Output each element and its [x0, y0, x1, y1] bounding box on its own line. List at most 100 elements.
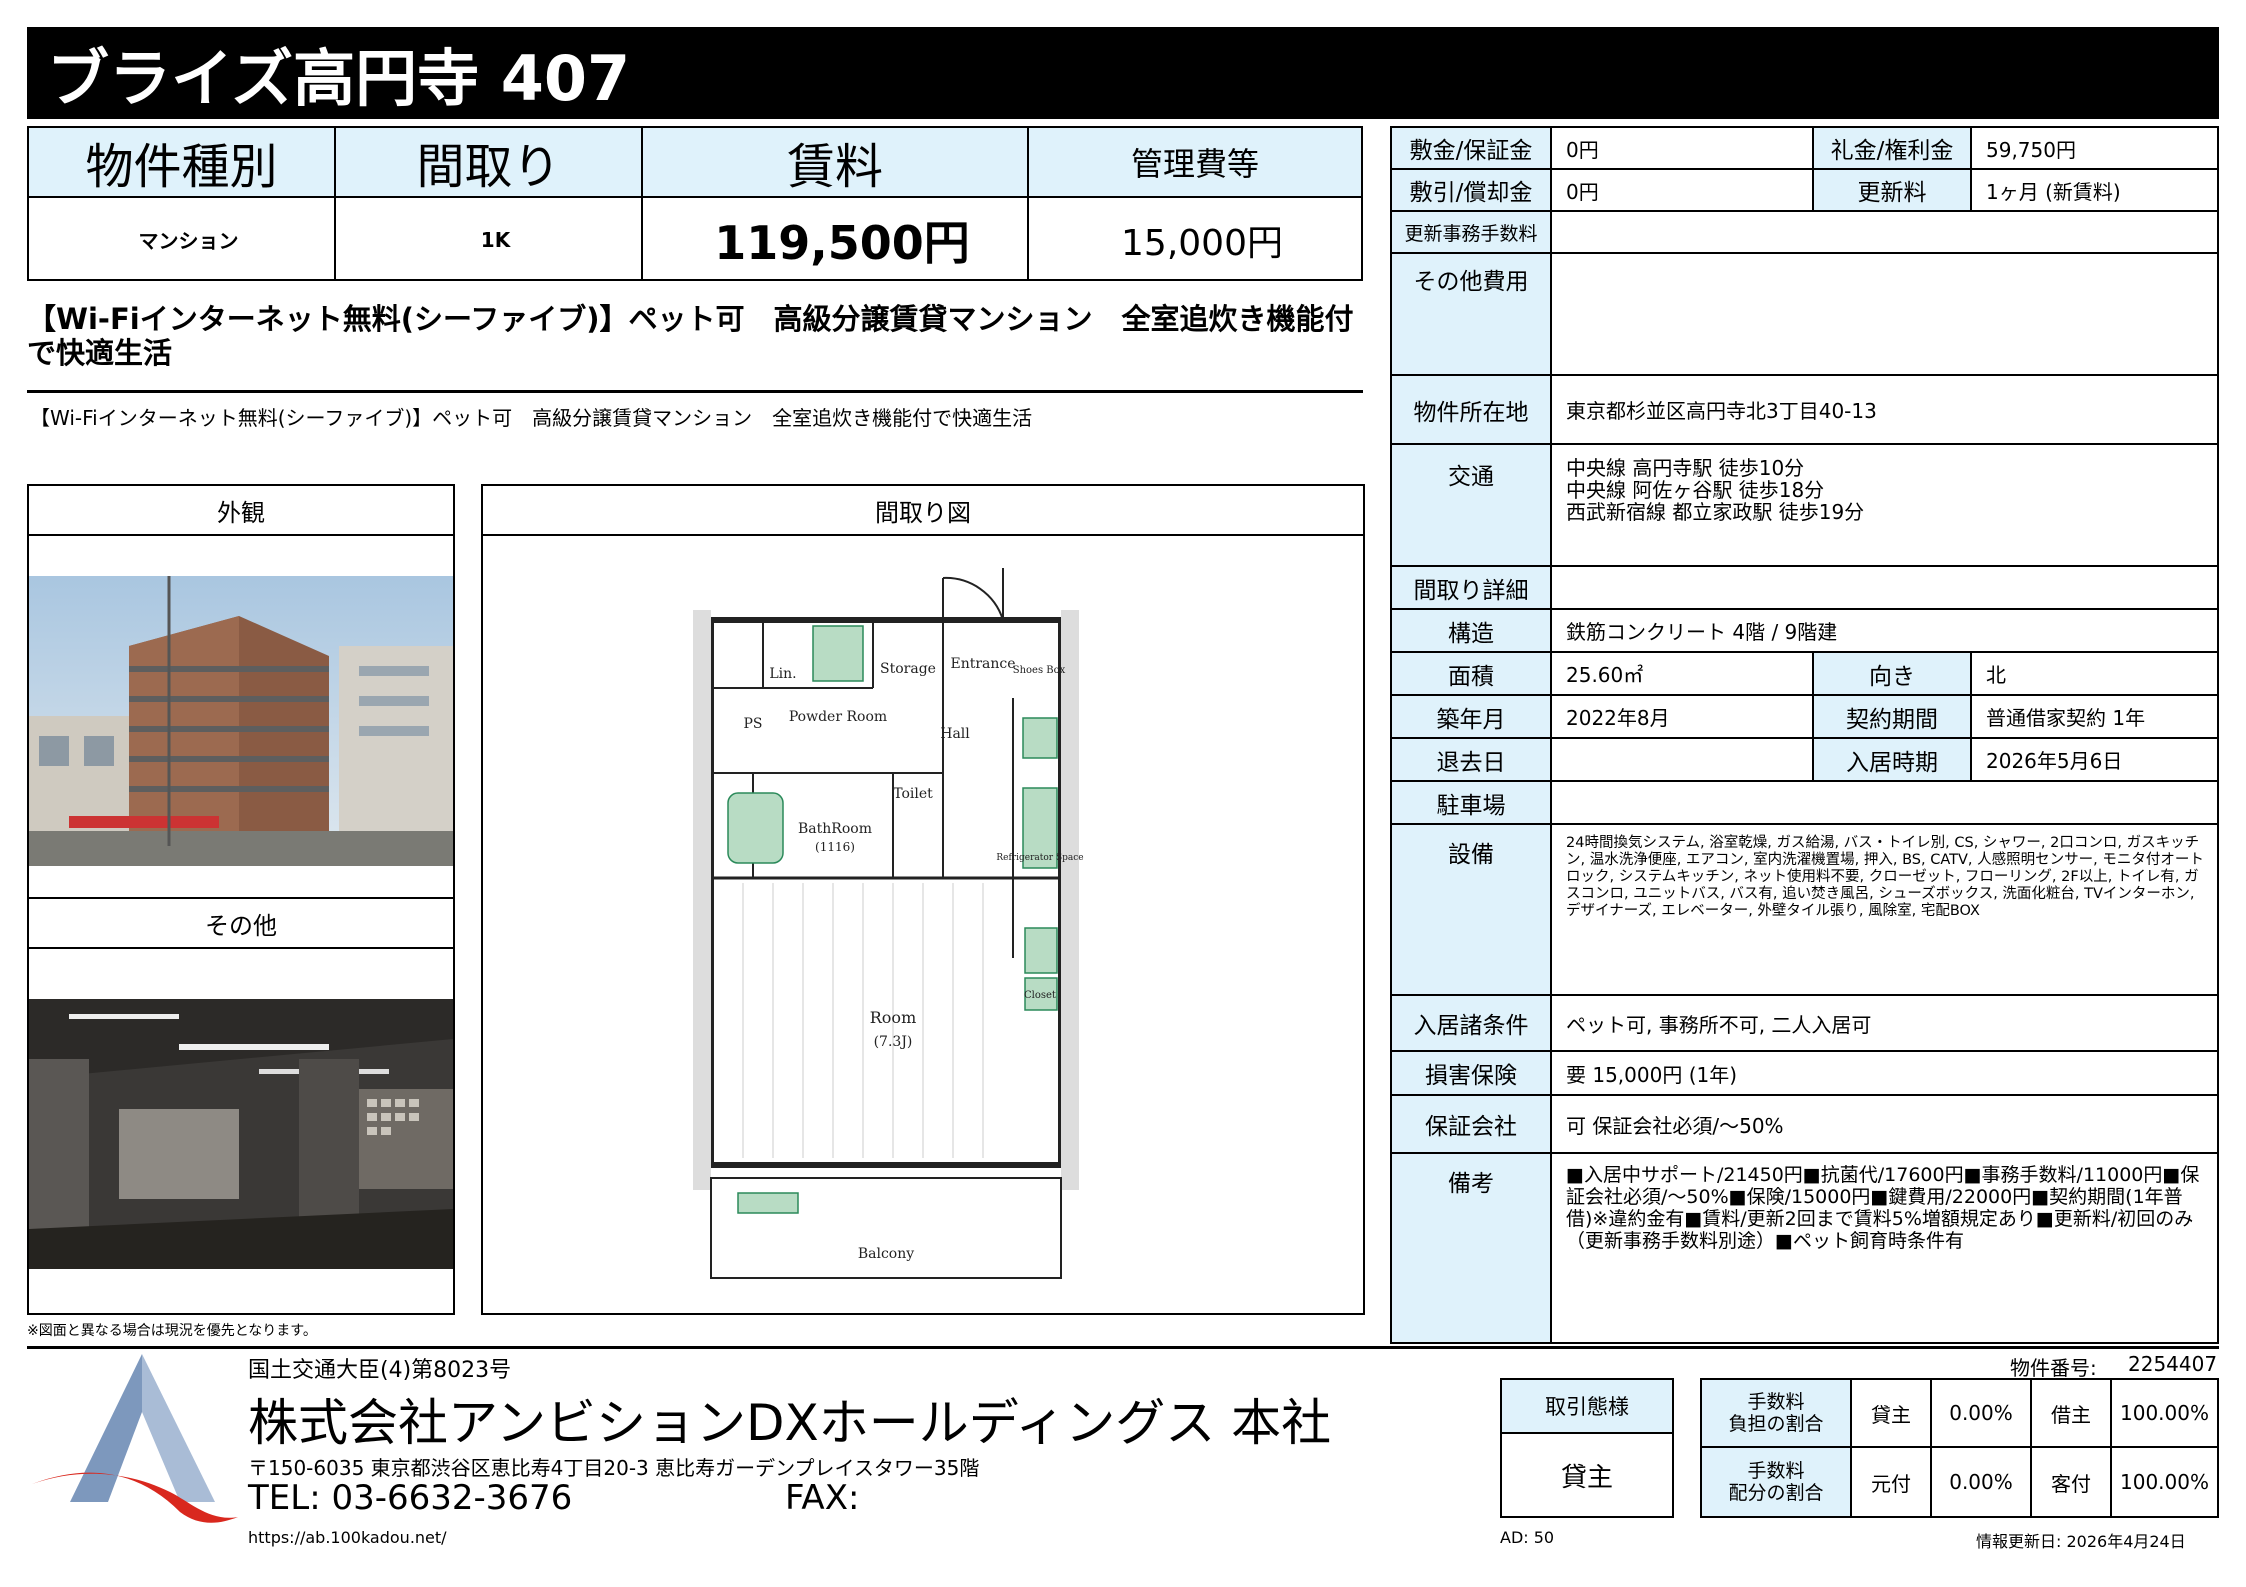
- label-direction: 向き: [1812, 653, 1972, 694]
- license-number: 国土交通大臣(4)第8023号: [248, 1358, 512, 1383]
- header-rent: 賃料: [643, 128, 1029, 198]
- label-ps: PS: [743, 716, 762, 732]
- row-area: 面積 25.60㎡ 向き 北: [1392, 653, 2217, 696]
- value-moveout: [1552, 739, 1566, 780]
- company-logo: [32, 1354, 238, 1523]
- row-moveout: 退去日 入居時期 2026年5月6日: [1392, 739, 2217, 782]
- value-other-cost: [1552, 254, 1566, 374]
- label-transport: 交通: [1392, 445, 1552, 565]
- label-parking: 駐車場: [1392, 782, 1552, 823]
- floorplan-drawing[interactable]: Entrance Storage Shoes Box Lin. PS Powde…: [483, 538, 1363, 1314]
- deal-type-label: 取引態様: [1502, 1380, 1672, 1434]
- property-title: ブライズ高円寺 407: [27, 27, 2219, 119]
- label-remarks: 備考: [1392, 1154, 1552, 1342]
- label-insurance: 損害保険: [1392, 1052, 1552, 1094]
- label-other-cost: その他費用: [1392, 254, 1552, 374]
- transport-line: 中央線 阿佐ヶ谷駅 徒歩18分: [1566, 478, 1825, 502]
- value-layout-detail: [1552, 567, 1566, 608]
- company-url[interactable]: https://ab.100kadou.net/: [248, 1528, 447, 1547]
- header-mgmt-fee: 管理費等: [1029, 128, 1361, 198]
- value-renewal: 1ヶ月 (新賃料): [1986, 179, 2121, 204]
- value-contract: 普通借家契約 1年: [1986, 706, 2146, 730]
- value-type: マンション: [29, 198, 336, 281]
- label-deposit: 敷金/保証金: [1392, 128, 1552, 168]
- label-shoes-box: Shoes Box: [1013, 665, 1066, 676]
- label-guarantor: 保証会社: [1392, 1096, 1552, 1152]
- label-hall: Hall: [940, 726, 970, 742]
- row-other-cost: その他費用: [1392, 254, 2217, 376]
- label-movein: 入居時期: [1812, 739, 1972, 780]
- disclaimer-note: ※図面と異なる場合は現況を優先となります。: [27, 1323, 317, 1339]
- row-layout-detail: 間取り詳細: [1392, 567, 2217, 610]
- header-layout: 間取り: [336, 128, 643, 198]
- company-address: 〒150-6035 東京都渋谷区恵比寿4丁目20-3 恵比寿ガーデンプレイスタワ…: [248, 1456, 980, 1480]
- value-transport: 中央線 高円寺駅 徒歩10分 中央線 阿佐ヶ谷駅 徒歩18分 西武新宿線 都立家…: [1552, 445, 1864, 565]
- row-deposit: 敷金/保証金 0円 礼金/権利金 59,750円: [1392, 128, 2217, 170]
- row-guarantor: 保証会社 可 保証会社必須/〜50%: [1392, 1096, 2217, 1154]
- label-toilet: Toilet: [893, 786, 933, 802]
- transport-line: 中央線 高円寺駅 徒歩10分: [1566, 456, 1805, 480]
- exterior-photo[interactable]: [29, 576, 453, 866]
- value-direction: 北: [1986, 663, 2006, 687]
- agent-label: 客付: [2032, 1448, 2112, 1516]
- value-rent: 119,500円: [643, 198, 1029, 281]
- label-bathroom: BathRoom: [798, 821, 872, 837]
- label-equipment: 設備: [1392, 825, 1552, 994]
- divider: [27, 390, 1363, 393]
- label-refrigerator: Refrigerator Space: [996, 853, 1083, 863]
- label-contract: 契約期間: [1812, 696, 1972, 737]
- fee-box: 手数料 負担の割合 貸主 0.00% 借主 100.00% 手数料 配分の割合 …: [1700, 1378, 2219, 1518]
- value-equipment: 24時間換気システム, 浴室乾燥, ガス給湯, バス・トイレ別, CS, シャワ…: [1566, 835, 2204, 919]
- transport-line: 西武新宿線 都立家政駅 徒歩19分: [1566, 500, 1865, 524]
- value-shikibiki: 0円: [1566, 179, 1599, 204]
- origin-pct: 0.00%: [1932, 1448, 2032, 1516]
- lessor-label: 貸主: [1852, 1380, 1932, 1448]
- row-transport: 交通 中央線 高円寺駅 徒歩10分 中央線 阿佐ヶ谷駅 徒歩18分 西武新宿線 …: [1392, 445, 2217, 567]
- label-conditions: 入居諸条件: [1392, 996, 1552, 1050]
- label-lin: Lin.: [769, 666, 796, 682]
- row-parking: 駐車場: [1392, 782, 2217, 825]
- agent-pct: 100.00%: [2120, 1470, 2209, 1494]
- label-balcony: Balcony: [858, 1246, 914, 1262]
- subline: 【Wi-Fiインターネット無料(シーファイブ)】ペット可 高級分譲賃貸マンション…: [30, 406, 1033, 430]
- value-conditions: ペット可, 事務所不可, 二人入居可: [1566, 1012, 1872, 1037]
- property-number-label: 物件番号:: [2010, 1356, 2097, 1380]
- headline: 【Wi-Fiインターネット無料(シーファイブ)】ペット可 高級分譲賃貸マンション…: [27, 302, 1354, 370]
- value-structure: 鉄筋コンクリート 4階 / 9階建: [1566, 620, 1838, 644]
- value-parking: [1552, 782, 1566, 823]
- label-moveout: 退去日: [1392, 739, 1552, 780]
- lobby-photo[interactable]: [29, 999, 453, 1269]
- lessor-pct: 0.00%: [1932, 1380, 2032, 1448]
- exterior-panel-title: 外観: [29, 486, 453, 536]
- label-room: Room: [870, 1008, 916, 1027]
- value-guarantor: 可 保証会社必須/〜50%: [1566, 1113, 1784, 1138]
- floorplan-panel: 間取り図 Entrance Storage Shoes Box Lin. PS …: [481, 484, 1365, 1315]
- footer-divider: [27, 1346, 2219, 1349]
- deal-type-value: 貸主: [1560, 1462, 1613, 1493]
- value-built: 2022年8月: [1566, 706, 1670, 730]
- row-shikibiki: 敷引/償却金 0円 更新料 1ヶ月 (新賃料): [1392, 170, 2217, 212]
- updated-date: 情報更新日: 2026年4月24日: [1976, 1532, 2186, 1551]
- deal-type-box: 取引態様 貸主: [1500, 1378, 1674, 1518]
- other-panel-title: その他: [29, 899, 453, 949]
- company-fax: FAX:: [785, 1478, 860, 1518]
- value-address: 東京都杉並区高円寺北3丁目40-13: [1566, 399, 1877, 423]
- value-insurance: 要 15,000円 (1年): [1566, 1062, 1738, 1087]
- label-storage: Storage: [880, 661, 936, 677]
- row-renewal-fee: 更新事務手数料: [1392, 212, 2217, 254]
- row-structure: 構造 鉄筋コンクリート 4階 / 9階建: [1392, 610, 2217, 653]
- label-renewal: 更新料: [1812, 170, 1972, 210]
- row-insurance: 損害保険 要 15,000円 (1年): [1392, 1052, 2217, 1096]
- value-renewal-fee: [1552, 212, 1566, 252]
- row-equipment: 設備 24時間換気システム, 浴室乾燥, ガス給湯, バス・トイレ別, CS, …: [1392, 825, 2217, 996]
- label-room-size: (7.3J): [874, 1034, 913, 1050]
- label-layout-detail: 間取り詳細: [1392, 567, 1552, 608]
- label-structure: 構造: [1392, 610, 1552, 651]
- label-bathroom-size: (1116): [815, 840, 855, 854]
- lessee-label: 借主: [2032, 1380, 2112, 1448]
- label-area: 面積: [1392, 653, 1552, 694]
- fee-share-label: 手数料 配分の割合: [1702, 1448, 1852, 1516]
- value-remarks: ■入居中サポート/21450円■抗菌代/17600円■事務手数料/11000円■…: [1566, 1164, 2200, 1252]
- header-type: 物件種別: [29, 128, 336, 198]
- value-deposit: 0円: [1566, 137, 1599, 162]
